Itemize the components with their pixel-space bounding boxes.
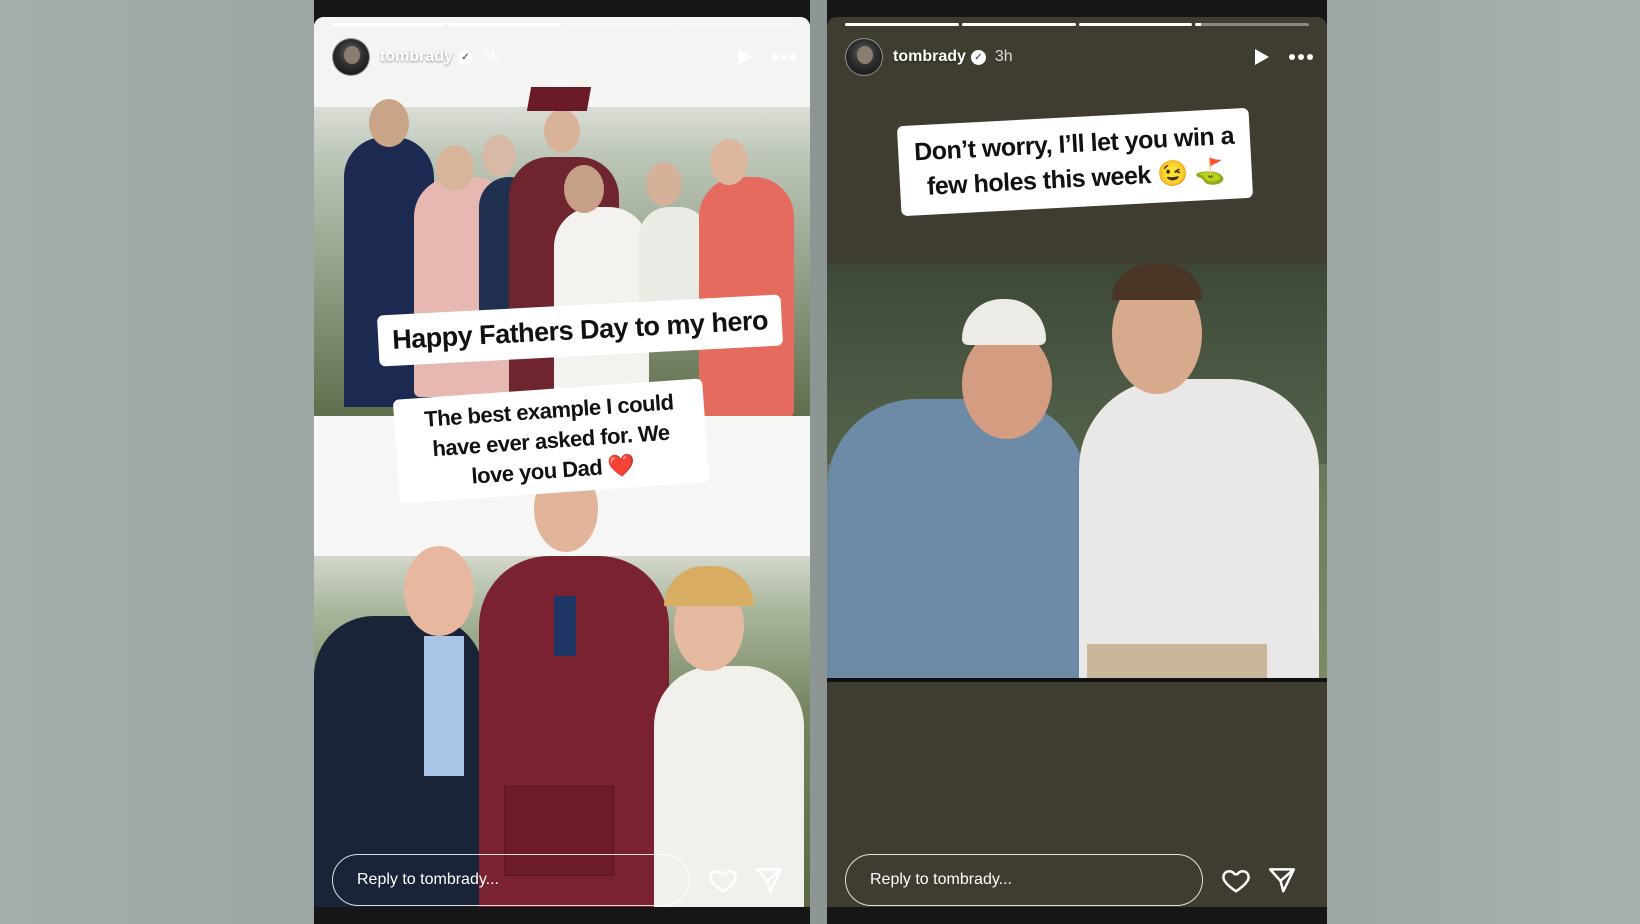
- story-content-1: Happy Fathers Day to my hero The best ex…: [314, 17, 810, 907]
- more-icon[interactable]: [1289, 54, 1313, 60]
- story-panel-2[interactable]: Don’t worry, I’ll let you win a few hole…: [827, 0, 1327, 924]
- play-icon[interactable]: [738, 49, 752, 65]
- heart-icon[interactable]: [1221, 865, 1251, 895]
- story-panel-1[interactable]: Happy Fathers Day to my hero The best ex…: [314, 0, 810, 924]
- progress-segment: [1078, 23, 1193, 26]
- more-icon[interactable]: [772, 54, 796, 60]
- progress-segment: [961, 23, 1076, 26]
- story-header: tombrady ✓ 3h: [845, 38, 1313, 76]
- play-icon[interactable]: [1255, 49, 1269, 65]
- progress-segment: [679, 23, 792, 26]
- username[interactable]: tombrady: [893, 48, 966, 66]
- timestamp: 3h: [994, 48, 1013, 65]
- story-progress-bar: [332, 23, 792, 26]
- progress-segment: [563, 23, 677, 26]
- reply-input[interactable]: Reply to tombrady...: [845, 854, 1203, 906]
- reply-bar: Reply to tombrady...: [332, 854, 796, 906]
- heart-icon[interactable]: [708, 865, 738, 895]
- avatar[interactable]: [332, 38, 370, 76]
- reply-input[interactable]: Reply to tombrady...: [332, 854, 690, 906]
- progress-segment: [845, 23, 959, 26]
- story-header: tombrady ✓ 3h: [332, 38, 796, 76]
- progress-segment: [332, 23, 445, 26]
- story-caption-message: The best example I could have ever asked…: [392, 378, 710, 504]
- verified-badge-icon: ✓: [970, 49, 986, 65]
- verified-badge-icon: ✓: [457, 49, 473, 65]
- progress-segment: [1195, 23, 1309, 26]
- story-caption-message: Don’t worry, I’ll let you win a few hole…: [896, 107, 1254, 217]
- username[interactable]: tombrady: [380, 48, 453, 66]
- story-progress-bar: [845, 23, 1309, 26]
- reply-bar: Reply to tombrady...: [845, 854, 1313, 906]
- timestamp: 3h: [481, 48, 500, 65]
- golf-photo: [827, 264, 1327, 680]
- send-icon[interactable]: [754, 865, 784, 895]
- avatar[interactable]: [845, 38, 883, 76]
- photo-border: [827, 678, 1327, 682]
- progress-segment: [447, 23, 561, 26]
- story-content-2: Don’t worry, I’ll let you win a few hole…: [827, 17, 1327, 907]
- send-icon[interactable]: [1267, 865, 1297, 895]
